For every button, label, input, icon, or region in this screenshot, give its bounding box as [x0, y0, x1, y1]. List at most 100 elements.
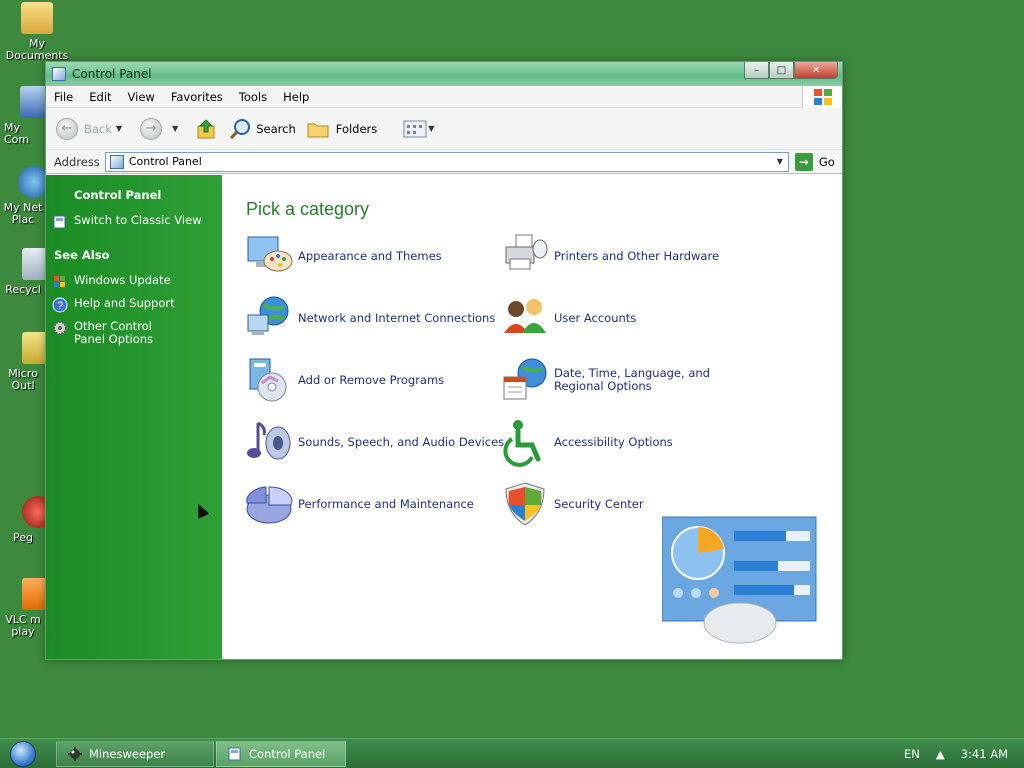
taskbar-item-label: Control Panel [249, 746, 326, 761]
category-user-accounts[interactable]: User Accounts [500, 293, 636, 343]
desktop-icon-outlook[interactable]: Micro Outl [0, 332, 54, 392]
menu-help[interactable]: Help [275, 90, 317, 104]
switch-classic-view-link[interactable]: Switch to Classic View [46, 214, 222, 230]
title-bar[interactable]: Control Panel – □ ✕ [46, 62, 842, 86]
desktop-icon-network[interactable]: My Net Plac [0, 166, 50, 226]
category-pane: Pick a category Appearance and Themes Ne… [222, 175, 842, 659]
category-security-center[interactable]: Security Center [500, 479, 644, 529]
network-icon [247, 296, 289, 335]
category-add-remove[interactable]: Add or Remove Programs [244, 355, 444, 405]
desktop-icon-label: Recycl [5, 283, 41, 296]
windows-logo-icon [802, 86, 842, 108]
search-label: Search [256, 121, 296, 136]
menu-file[interactable]: File [46, 90, 81, 104]
windows-update-link[interactable]: Windows Update [46, 274, 222, 290]
printer-icon [505, 234, 548, 270]
window-title: Control Panel [72, 67, 152, 81]
taskbar: Minesweeper Control Panel EN ▲ 3:41 AM [0, 738, 1024, 768]
desktop-icon-peg[interactable]: Peg [0, 496, 54, 544]
shield-icon [505, 482, 545, 526]
minesweeper-icon [68, 746, 82, 761]
address-value: Control Panel [128, 155, 202, 168]
menu-favorites[interactable]: Favorites [163, 90, 231, 104]
language-indicator[interactable]: EN [904, 747, 920, 761]
taskbar-item-minesweeper[interactable]: Minesweeper [56, 740, 214, 767]
page-title: Pick a category [246, 199, 370, 219]
address-dropdown-icon[interactable]: ▼ [772, 153, 788, 171]
menu-tools[interactable]: Tools [231, 90, 275, 104]
minimize-button[interactable]: – [744, 62, 769, 79]
system-tray: EN ▲ 3:41 AM [904, 739, 1024, 768]
other-options-link[interactable]: Other Control Panel Options [46, 320, 222, 346]
desktop-icon-label: My Documents [5, 37, 69, 62]
back-dropdown-icon[interactable]: ▼ [116, 124, 122, 133]
start-button[interactable] [0, 739, 46, 768]
help-icon: ? [52, 297, 68, 313]
folders-button[interactable]: Folders [306, 118, 378, 140]
desktop-icon-my-documents[interactable]: My Documents [2, 2, 72, 62]
windows-update-icon [54, 276, 65, 287]
maximize-button[interactable]: □ [769, 62, 794, 79]
back-label: Back [84, 121, 112, 136]
category-label: Date, Time, Language, and Regional Optio… [554, 366, 710, 393]
folders-label: Folders [335, 121, 378, 136]
forward-arrow-icon: → [140, 117, 163, 140]
folders-icon [307, 123, 329, 137]
back-button[interactable]: ← Back ▼ [56, 117, 130, 140]
views-dropdown-icon[interactable]: ▼ [428, 124, 434, 133]
programs-icon [249, 358, 287, 402]
desktop-icon-my-computer[interactable]: My Com [0, 86, 52, 146]
start-orb-icon [10, 740, 36, 767]
menu-bar: File Edit View Favorites Tools Help [46, 86, 842, 108]
category-sounds[interactable]: Sounds, Speech, and Audio Devices [244, 417, 504, 467]
category-network[interactable]: Network and Internet Connections [244, 293, 495, 343]
desktop-icon-vlc[interactable]: VLC m play [0, 578, 54, 638]
forward-dropdown-icon[interactable]: ▼ [172, 124, 178, 133]
menu-edit[interactable]: Edit [81, 90, 119, 104]
search-icon [230, 118, 251, 139]
category-date-time[interactable]: Date, Time, Language, and Regional Optio… [500, 355, 754, 405]
desktop-icon-label: Micro Outl [8, 367, 38, 392]
switch-classic-view-label: Switch to Classic View [74, 213, 202, 227]
gear-icon [53, 321, 67, 335]
content-area: Control Panel Switch to Classic View See… [46, 175, 842, 659]
forward-button[interactable]: → ▼ [140, 117, 186, 140]
category-appearance[interactable]: Appearance and Themes [244, 231, 442, 281]
up-button[interactable] [196, 118, 218, 140]
control-panel-icon [109, 154, 124, 169]
globe-clock-icon [503, 358, 547, 400]
category-label: Appearance and Themes [298, 248, 442, 263]
search-button[interactable]: Search [228, 118, 296, 140]
sound-icon [247, 421, 291, 460]
desktop-icon-label: My Com [4, 121, 30, 146]
views-button[interactable]: ▼ [403, 120, 442, 138]
menu-view[interactable]: View [120, 90, 163, 104]
category-printers[interactable]: Printers and Other Hardware [500, 231, 719, 281]
appearance-icon [247, 236, 293, 272]
category-label: Network and Internet Connections [298, 310, 496, 325]
desktop-icon-recycle-bin[interactable]: Recycl [0, 248, 54, 296]
other-options-label: Other Control Panel Options [74, 319, 154, 346]
category-accessibility[interactable]: Accessibility Options [500, 417, 673, 467]
help-support-link[interactable]: ? Help and Support [46, 297, 222, 313]
control-panel-icon [228, 747, 241, 760]
category-label: Security Center [554, 496, 644, 511]
go-button[interactable]: → Go [794, 152, 835, 171]
desktop-icon-label: My Net Plac [3, 201, 43, 226]
address-input[interactable]: Control Panel ▼ [104, 151, 789, 172]
category-label: Printers and Other Hardware [554, 248, 720, 263]
see-also-heading: See Also [54, 248, 110, 262]
taskbar-item-control-panel[interactable]: Control Panel [216, 740, 346, 767]
category-label: User Accounts [554, 310, 637, 325]
clock[interactable]: 3:41 AM [961, 747, 1008, 761]
help-support-label: Help and Support [74, 296, 175, 310]
taskbar-item-label: Minesweeper [89, 746, 166, 761]
address-bar: Address Control Panel ▼ → Go [46, 150, 842, 174]
task-pane: Control Panel Switch to Classic View See… [46, 175, 222, 659]
desktop-icon-label: VLC m play [5, 613, 41, 638]
address-label: Address [54, 154, 100, 169]
category-performance[interactable]: Performance and Maintenance [244, 479, 474, 529]
tray-expand-icon[interactable]: ▲ [936, 747, 945, 761]
views-icon [403, 120, 427, 137]
close-button[interactable]: ✕ [794, 62, 838, 79]
